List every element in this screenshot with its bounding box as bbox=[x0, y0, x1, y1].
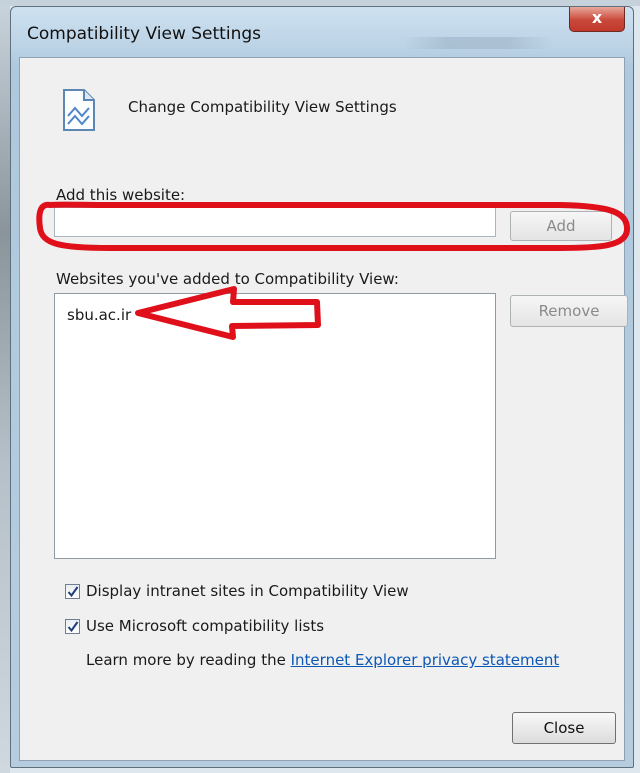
window-title: Compatibility View Settings bbox=[27, 24, 261, 44]
checkmark-icon bbox=[67, 621, 79, 633]
list-item[interactable]: sbu.ac.ir bbox=[67, 306, 131, 324]
learn-more-text: Learn more by reading the Internet Explo… bbox=[86, 651, 559, 669]
checkmark-icon bbox=[67, 586, 79, 598]
websites-list[interactable]: sbu.ac.ir bbox=[54, 293, 496, 559]
ms-lists-checkbox-label[interactable]: Use Microsoft compatibility lists bbox=[86, 617, 324, 635]
ms-lists-checkbox[interactable] bbox=[65, 619, 80, 634]
close-window-button[interactable]: x bbox=[569, 7, 625, 32]
add-website-label: Add this website: bbox=[56, 186, 186, 204]
dialog-window: Compatibility View Settings x Change Com… bbox=[10, 6, 634, 768]
privacy-statement-link[interactable]: Internet Explorer privacy statement bbox=[291, 651, 560, 669]
learn-more-prefix: Learn more by reading the bbox=[86, 651, 286, 669]
dialog-heading: Change Compatibility View Settings bbox=[128, 98, 397, 116]
dialog-body: Change Compatibility View Settings Add t… bbox=[19, 57, 628, 761]
title-bar-glare bbox=[403, 37, 553, 49]
background-edge bbox=[0, 0, 10, 773]
title-bar[interactable]: Compatibility View Settings x bbox=[11, 7, 633, 57]
added-websites-label: Websites you've added to Compatibility V… bbox=[56, 270, 399, 288]
remove-button[interactable]: Remove bbox=[510, 295, 628, 327]
add-button[interactable]: Add bbox=[510, 211, 612, 241]
close-button[interactable]: Close bbox=[512, 712, 616, 744]
intranet-checkbox-label[interactable]: Display intranet sites in Compatibility … bbox=[86, 582, 409, 600]
intranet-checkbox[interactable] bbox=[65, 584, 80, 599]
close-icon: x bbox=[591, 8, 603, 27]
add-website-input[interactable] bbox=[54, 207, 496, 237]
document-icon bbox=[60, 88, 98, 132]
